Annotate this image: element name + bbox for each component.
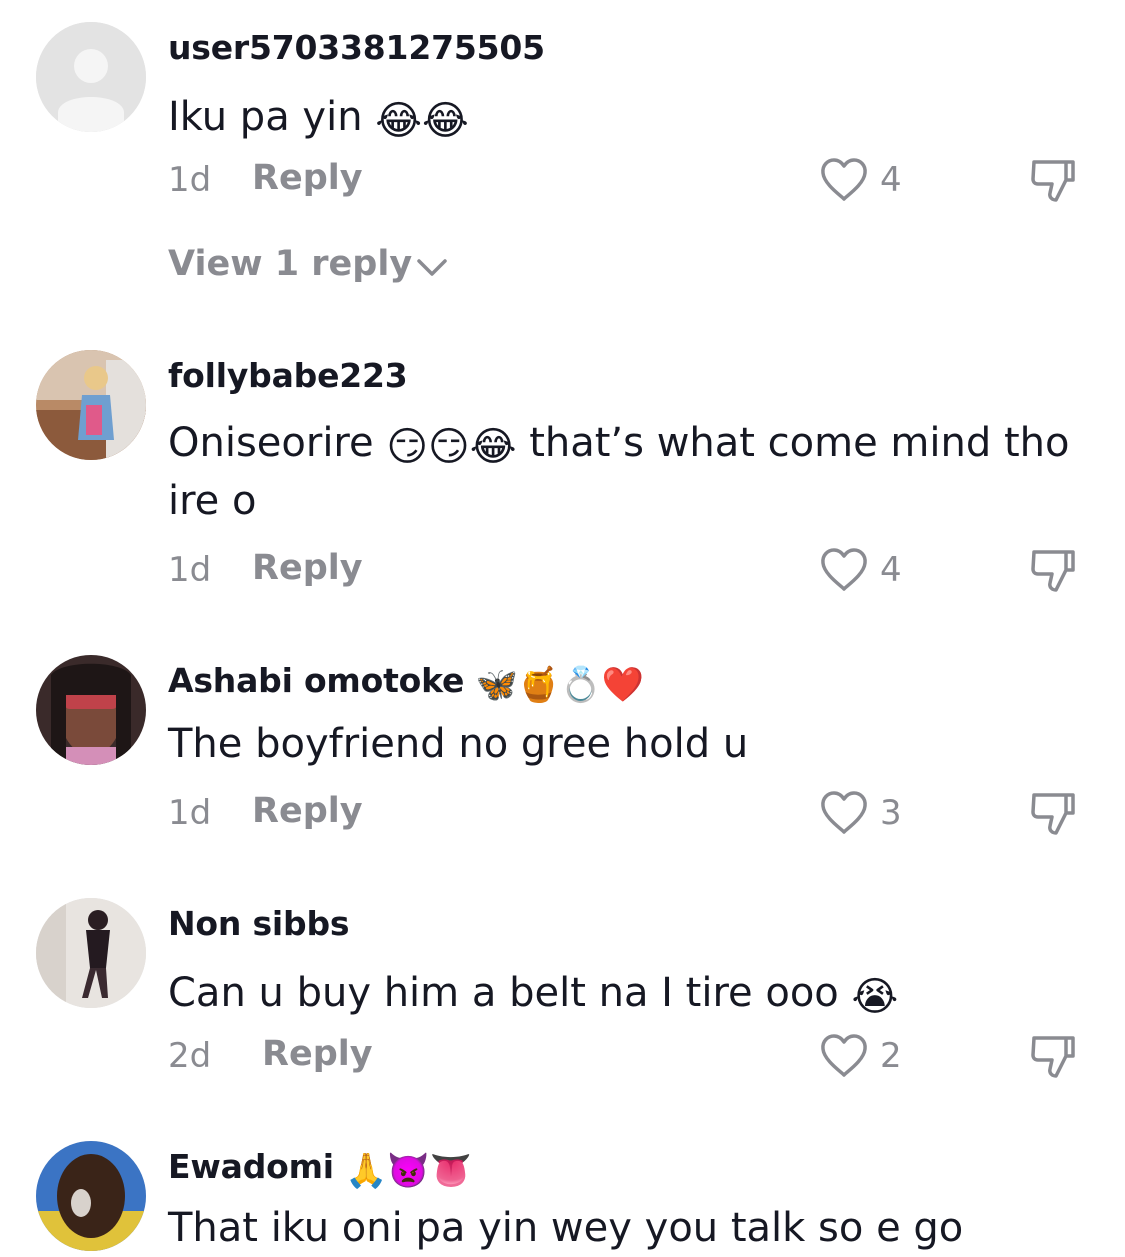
comment-emoji: 😏😏😂 — [386, 424, 517, 470]
comment-meta: 1d Reply 4 — [168, 156, 1108, 206]
comment-time: 1d — [168, 550, 212, 590]
comment-meta: 2d Reply 2 — [168, 1032, 1108, 1082]
username-text[interactable]: Ewadomi — [168, 1147, 334, 1186]
default-avatar-icon — [36, 22, 146, 132]
heart-outline-icon — [821, 791, 867, 834]
thumbs-down-icon — [1031, 793, 1075, 835]
comment-time: 1d — [168, 160, 212, 200]
avatar[interactable] — [36, 1141, 146, 1251]
heart-outline-icon — [821, 1034, 867, 1077]
reply-button[interactable]: Reply — [252, 158, 363, 198]
comment-body: That iku oni pa yin wey you talk so e go — [168, 1205, 964, 1251]
comment-emoji: 😭 — [851, 974, 899, 1020]
username-text[interactable]: Non sibbs — [168, 904, 350, 943]
reply-button[interactable]: Reply — [252, 791, 363, 831]
dislike-button[interactable] — [1028, 156, 1078, 206]
like-count: 4 — [880, 160, 902, 200]
heart-outline-icon — [821, 158, 867, 201]
user-photo-icon — [36, 350, 146, 460]
comment-meta: 1d Reply 4 — [168, 546, 1108, 596]
comment-time: 1d — [168, 793, 212, 833]
like-count: 4 — [880, 550, 902, 590]
avatar[interactable] — [36, 22, 146, 132]
comment-meta: 1d Reply 3 — [168, 789, 1108, 839]
thumbs-down-icon — [1031, 550, 1075, 592]
username-text[interactable]: Ashabi omotoke — [168, 661, 464, 700]
avatar[interactable] — [36, 655, 146, 765]
comment-text: The boyfriend no gree hold u — [168, 715, 1088, 773]
view-replies-button[interactable]: View 1 reply — [168, 244, 448, 284]
avatar[interactable] — [36, 350, 146, 460]
reply-button[interactable]: Reply — [252, 548, 363, 588]
like-count: 3 — [880, 793, 902, 833]
comment-body: Can u buy him a belt na I tire ooo — [168, 970, 839, 1016]
username-emoji: 🦋🍯💍❤️ — [475, 665, 645, 705]
username-emoji: 🙏👿👅 — [345, 1151, 472, 1191]
user-photo-icon — [36, 1141, 146, 1251]
comment-body: Iku pa yin — [168, 94, 363, 140]
comment-username[interactable]: user5703381275505 — [168, 28, 545, 67]
comment-username[interactable]: Ewadomi 🙏👿👅 — [168, 1147, 472, 1188]
comment-username[interactable]: Ashabi omotoke 🦋🍯💍❤️ — [168, 661, 644, 702]
like-count: 2 — [880, 1036, 902, 1076]
dislike-button[interactable] — [1028, 1032, 1078, 1082]
comment-text: That iku oni pa yin wey you talk so e go — [168, 1199, 1088, 1257]
comment-body: The boyfriend no gree hold u — [168, 721, 749, 767]
comment-time: 2d — [168, 1036, 212, 1076]
user-photo-icon — [36, 655, 146, 765]
comment-emoji: 😂😂 — [375, 98, 469, 144]
comment-text: Iku pa yin 😂😂 — [168, 88, 1088, 146]
reply-button[interactable]: Reply — [262, 1034, 373, 1074]
thumbs-down-icon — [1031, 1036, 1075, 1078]
comment-username[interactable]: follybabe223 — [168, 356, 408, 395]
dislike-button[interactable] — [1028, 546, 1078, 596]
heart-outline-icon — [821, 548, 867, 591]
username-text[interactable]: follybabe223 — [168, 356, 408, 395]
user-photo-icon — [36, 898, 146, 1008]
dislike-button[interactable] — [1028, 789, 1078, 839]
comment-text: Oniseorire 😏😏😂 that’s what come mind tho… — [168, 414, 1088, 530]
comment-username[interactable]: Non sibbs — [168, 904, 350, 943]
thumbs-down-icon — [1031, 160, 1075, 202]
view-replies-label[interactable]: View 1 reply — [168, 244, 412, 284]
chevron-down-icon — [417, 259, 447, 276]
avatar[interactable] — [36, 898, 146, 1008]
username-text[interactable]: user5703381275505 — [168, 28, 545, 67]
comment-text: Can u buy him a belt na I tire ooo 😭 — [168, 964, 1088, 1022]
comment-body: Oniseorire — [168, 420, 374, 466]
